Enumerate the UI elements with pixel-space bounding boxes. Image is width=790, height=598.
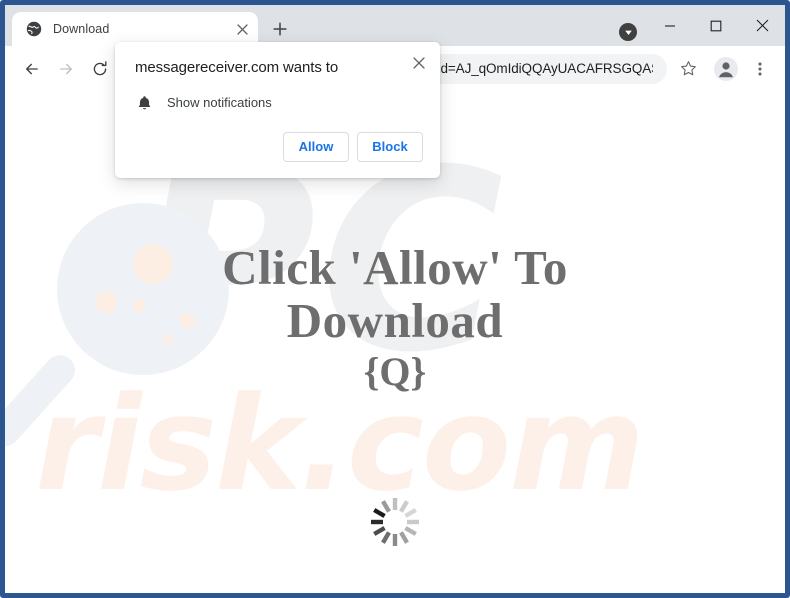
loading-spinner-icon [367,494,423,550]
browser-tab[interactable]: Download [12,12,258,46]
person-icon[interactable] [711,54,741,84]
page-title-line2: Download [286,292,504,348]
maximize-button[interactable] [693,5,739,46]
three-dots-icon[interactable] [745,54,775,84]
dialog-actions: Allow Block [115,112,440,178]
block-button[interactable]: Block [357,131,423,162]
close-icon[interactable] [408,52,430,74]
close-icon[interactable] [232,19,252,39]
tab-title: Download [53,22,110,36]
star-icon[interactable] [673,54,703,84]
browser-window: Download PC risk.com Click 'Allow' To Do… [0,0,790,598]
close-window-button[interactable] [739,5,785,46]
permission-label: Show notifications [167,95,272,110]
tab-strip: Download [5,5,785,46]
permission-row: Show notifications [115,78,440,112]
back-button[interactable] [17,54,47,84]
allow-button[interactable]: Allow [283,131,349,162]
globe-icon [26,21,42,37]
page-title-line1: Click 'Allow' To [222,240,568,295]
notification-permission-dialog: messagereceiver.com wants to Show notifi… [115,42,440,178]
minimize-button[interactable] [647,5,693,46]
new-tab-button[interactable] [266,15,294,43]
dialog-title: messagereceiver.com wants to [135,59,339,76]
window-caption-buttons [647,5,785,46]
page-subtitle: {Q} [363,348,427,394]
watermark-domain: risk.com [35,368,645,520]
reload-button[interactable] [85,54,115,84]
download-badge-icon[interactable] [619,23,637,41]
bell-icon [135,94,153,112]
forward-button[interactable] [51,54,81,84]
